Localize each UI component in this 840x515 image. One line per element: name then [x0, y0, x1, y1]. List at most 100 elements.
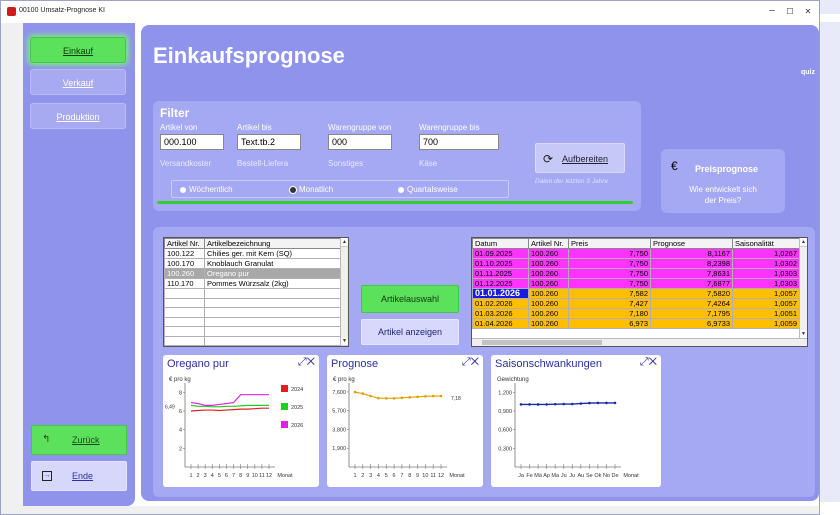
- article-name-cell[interactable]: [204, 335, 342, 346]
- forecast-cell-preis[interactable]: 7,750: [568, 278, 651, 289]
- forecast-cell-datum[interactable]: 01.04.2026: [472, 318, 529, 329]
- forecast-cell-datum[interactable]: 01.09.2025: [472, 248, 529, 259]
- forecast-hscrollbar[interactable]: [472, 338, 807, 346]
- close-icon[interactable]: ✕: [801, 7, 815, 16]
- minimize-icon[interactable]: –: [765, 5, 779, 16]
- article-name-cell[interactable]: [204, 288, 342, 299]
- forecast-cell-preis[interactable]: 7,750: [568, 268, 651, 279]
- nav-produktion-button[interactable]: Produktion: [30, 103, 126, 129]
- zurueck-button[interactable]: ↰ Zurück: [31, 425, 127, 455]
- forecast-cell-prognose[interactable]: 7,6877: [650, 278, 733, 289]
- scroll-thumb[interactable]: [482, 340, 602, 345]
- article-scrollbar[interactable]: ▲ ▼: [340, 238, 348, 346]
- article-nr-cell[interactable]: [164, 316, 205, 327]
- article-row[interactable]: 100.260 Oregano pur: [164, 268, 342, 279]
- quiz-link[interactable]: quiz: [801, 69, 815, 76]
- article-name-cell[interactable]: Knoblauch Granulat: [204, 258, 342, 269]
- forecast-cell-preis[interactable]: 6,973: [568, 318, 651, 329]
- forecast-header-prognose[interactable]: Prognose: [650, 238, 733, 249]
- forecast-cell-saison[interactable]: 1,0302: [732, 258, 800, 269]
- article-row[interactable]: [164, 326, 342, 337]
- forecast-row[interactable]: 01.09.2025 100.260 7,750 8,1167 1,0267: [472, 248, 800, 259]
- forecast-row[interactable]: 01.03.2026 100.260 7,180 7,1795 1,0051: [472, 308, 800, 319]
- forecast-cell-datum[interactable]: 01.02.2026: [472, 298, 529, 309]
- forecast-header-preis[interactable]: Preis: [568, 238, 651, 249]
- aufbereiten-button[interactable]: ⟳ Aufbereiten: [535, 143, 625, 173]
- artikel-von-input[interactable]: 000.100: [160, 134, 224, 150]
- article-name-cell[interactable]: Chilies ger. mit Kern (SQ): [204, 248, 342, 259]
- forecast-cell-datum[interactable]: 01.12.2025: [472, 278, 529, 289]
- article-name-cell[interactable]: Oregano pur: [204, 268, 342, 279]
- forecast-cell-artikel[interactable]: 100.260: [528, 298, 569, 309]
- warengruppe-bis-input[interactable]: 700: [419, 134, 499, 150]
- forecast-cell-preis[interactable]: 7,750: [568, 258, 651, 269]
- forecast-cell-saison[interactable]: 1,0057: [732, 288, 800, 299]
- forecast-cell-preis[interactable]: 7,427: [568, 298, 651, 309]
- article-row[interactable]: [164, 288, 342, 299]
- forecast-row[interactable]: 01.02.2026 100.260 7,427 7,4264 1,0057: [472, 298, 800, 309]
- forecast-cell-saison[interactable]: 1,0267: [732, 248, 800, 259]
- forecast-header-saisonalitaet[interactable]: Saisonalität: [732, 238, 800, 249]
- article-grid[interactable]: Artikel Nr. Artikelbezeichnung 100.122 Chi…: [163, 237, 349, 347]
- article-row[interactable]: [164, 316, 342, 327]
- article-name-cell[interactable]: [204, 326, 342, 337]
- forecast-cell-artikel[interactable]: 100.260: [528, 288, 569, 299]
- forecast-cell-artikel[interactable]: 100.260: [528, 318, 569, 329]
- forecast-cell-saison[interactable]: 1,0051: [732, 308, 800, 319]
- article-nr-cell[interactable]: 100.260: [164, 268, 205, 279]
- forecast-cell-preis[interactable]: 7,750: [568, 248, 651, 259]
- forecast-cell-datum[interactable]: 01.10.2025: [472, 258, 529, 269]
- forecast-row[interactable]: 01.11.2025 100.260 7,750 7,8631 1,0303: [472, 268, 800, 279]
- forecast-grid[interactable]: Datum Artikel Nr. Preis Prognose Saisona…: [471, 237, 808, 347]
- radio-monatlich[interactable]: Monatlich: [290, 185, 333, 194]
- forecast-cell-artikel[interactable]: 100.260: [528, 258, 569, 269]
- article-nr-cell[interactable]: 100.122: [164, 248, 205, 259]
- article-nr-cell[interactable]: 110.170: [164, 278, 205, 289]
- forecast-row[interactable]: 01.01.2026 100.260 7,582 7,5820 1,0057: [472, 288, 800, 299]
- forecast-cell-prognose[interactable]: 8,1167: [650, 248, 733, 259]
- forecast-cell-datum[interactable]: 01.11.2025: [472, 268, 529, 279]
- forecast-cell-artikel[interactable]: 100.260: [528, 308, 569, 319]
- radio-quartalsweise[interactable]: Quartalsweise: [398, 185, 458, 194]
- forecast-row[interactable]: 01.12.2025 100.260 7,750 7,6877 1,0303: [472, 278, 800, 289]
- article-nr-cell[interactable]: [164, 326, 205, 337]
- forecast-cell-preis[interactable]: 7,180: [568, 308, 651, 319]
- preisprognose-button[interactable]: € Preisprognose Wie entwickelt sich der P…: [661, 149, 785, 213]
- article-nr-cell[interactable]: 100.170: [164, 258, 205, 269]
- forecast-header-artikel[interactable]: Artikel Nr.: [528, 238, 569, 249]
- scroll-down-icon[interactable]: ▼: [341, 337, 348, 346]
- forecast-cell-prognose[interactable]: 7,4264: [650, 298, 733, 309]
- scroll-up-icon[interactable]: ▲: [341, 238, 348, 247]
- article-name-cell[interactable]: [204, 297, 342, 308]
- forecast-row[interactable]: 01.10.2025 100.260 7,750 8,2398 1,0302: [472, 258, 800, 269]
- article-row[interactable]: [164, 297, 342, 308]
- article-row[interactable]: 100.122 Chilies ger. mit Kern (SQ): [164, 248, 342, 259]
- artikel-anzeigen-button[interactable]: Artikel anzeigen: [361, 319, 459, 345]
- forecast-cell-artikel[interactable]: 100.260: [528, 278, 569, 289]
- forecast-cell-datum[interactable]: 01.03.2026: [472, 308, 529, 319]
- forecast-cell-datum[interactable]: 01.01.2026: [472, 288, 529, 299]
- artikelauswahl-button[interactable]: Artikelauswahl: [361, 285, 459, 313]
- forecast-cell-prognose[interactable]: 8,2398: [650, 258, 733, 269]
- article-nr-cell[interactable]: [164, 335, 205, 346]
- forecast-cell-saison[interactable]: 1,0057: [732, 298, 800, 309]
- forecast-cell-preis[interactable]: 7,582: [568, 288, 651, 299]
- forecast-cell-prognose[interactable]: 7,1795: [650, 308, 733, 319]
- article-row[interactable]: 110.170 Pommes Würzsalz (2kg): [164, 278, 342, 289]
- forecast-cell-saison[interactable]: 1,0303: [732, 268, 800, 279]
- forecast-vscrollbar[interactable]: ▲ ▼: [799, 238, 807, 339]
- maximize-icon[interactable]: ☐: [783, 7, 797, 16]
- article-row[interactable]: [164, 307, 342, 318]
- forecast-row[interactable]: 01.04.2026 100.260 6,973 6,9733 1,0059: [472, 318, 800, 329]
- article-name-cell[interactable]: [204, 316, 342, 327]
- forecast-cell-saison[interactable]: 1,0059: [732, 318, 800, 329]
- artikel-bis-input[interactable]: Text.tb.2: [237, 134, 301, 150]
- article-row[interactable]: 100.170 Knoblauch Granulat: [164, 258, 342, 269]
- forecast-header-datum[interactable]: Datum: [472, 238, 529, 249]
- article-nr-cell[interactable]: [164, 288, 205, 299]
- ende-button[interactable]: → Ende: [31, 461, 127, 491]
- forecast-cell-prognose[interactable]: 7,5820: [650, 288, 733, 299]
- warengruppe-von-input[interactable]: 000: [328, 134, 392, 150]
- forecast-cell-saison[interactable]: 1,0303: [732, 278, 800, 289]
- article-nr-cell[interactable]: [164, 307, 205, 318]
